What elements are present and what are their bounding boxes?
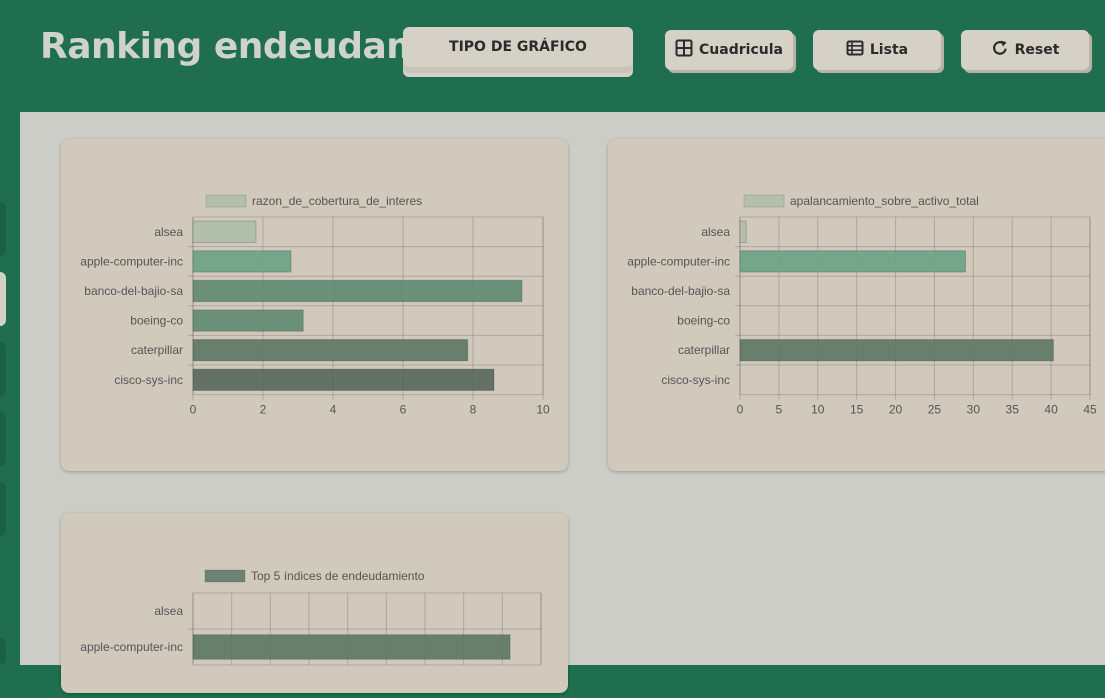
legend-swatch — [205, 194, 247, 208]
x-tick-label: 35 — [1006, 403, 1020, 417]
chart-card-1: razon_de_cobertura_de_interes 0 2 4 6 8 10 alse… — [61, 139, 568, 471]
x-tick-label: 0 — [190, 403, 197, 417]
bar-apple-computer-inc — [739, 250, 967, 273]
chart-leverage: apalancamiento_sobre_activo_total 0 5 10 15 2… — [627, 194, 1097, 417]
grid-view-button[interactable]: Cuadricula — [665, 30, 793, 70]
x-tick-label: 25 — [928, 403, 942, 417]
sidebar-tab-3[interactable] — [0, 342, 6, 396]
category-label: alsea — [154, 225, 183, 239]
legend-swatch — [743, 194, 785, 208]
x-tick-label: 30 — [967, 403, 981, 417]
category-label: caterpillar — [678, 343, 730, 357]
x-tick-label: 20 — [889, 403, 903, 417]
chart-coverage: razon_de_cobertura_de_interes 0 2 4 6 8 10 alse… — [80, 194, 550, 417]
sidebar-tab-2[interactable] — [0, 272, 6, 326]
category-label: boeing-co — [677, 314, 730, 328]
sidebar-tab-6[interactable] — [0, 638, 6, 665]
chart-type-dropdown[interactable]: TIPO DE GRÁFICO — [403, 27, 633, 67]
legend-swatch — [204, 569, 246, 583]
bar-alsea — [739, 220, 747, 243]
chart-top5: Top 5 índices de endeudamiento alsea apple… — [80, 569, 542, 666]
list-icon — [846, 39, 864, 61]
category-label: apple-computer-inc — [80, 254, 183, 268]
sidebar-tab-4[interactable] — [0, 412, 6, 466]
legend-label: Top 5 índices de endeudamiento — [251, 569, 425, 583]
list-view-button[interactable]: Lista — [813, 30, 941, 70]
bar-boeing-co — [192, 309, 304, 332]
category-label: banco-del-bajio-sa — [84, 284, 183, 298]
reset-button[interactable]: Reset — [961, 30, 1089, 70]
top-header: Ranking endeudamiento TIPO DE GRÁFICO Cu… — [0, 0, 1105, 112]
list-view-label: Lista — [869, 42, 909, 58]
x-tick-label: 45 — [1083, 403, 1097, 417]
category-label: apple-computer-inc — [80, 640, 183, 654]
x-tick-label: 40 — [1044, 403, 1058, 417]
x-tick-label: 15 — [850, 403, 864, 417]
category-label: apple-computer-inc — [627, 254, 730, 268]
x-tick-label: 10 — [811, 403, 825, 417]
category-label: cisco-sys-inc — [661, 373, 730, 387]
x-tick-label: 2 — [260, 403, 267, 417]
grid-icon — [675, 39, 693, 61]
bar-apple-computer-inc — [192, 250, 292, 273]
category-label: alsea — [701, 225, 730, 239]
x-tick-label: 4 — [330, 403, 337, 417]
category-label: cisco-sys-inc — [114, 373, 183, 387]
legend-label: apalancamiento_sobre_activo_total — [790, 194, 979, 208]
chart-card-2: apalancamiento_sobre_activo_total 0 5 10 15 2… — [608, 139, 1105, 471]
bar-apple-computer-inc — [192, 634, 511, 660]
chart-card-3: Top 5 índices de endeudamiento alsea apple… — [61, 513, 568, 693]
reset-icon — [991, 39, 1009, 61]
sidebar-tab-5[interactable] — [0, 482, 6, 536]
category-label: banco-del-bajio-sa — [631, 284, 730, 298]
legend-label: razon_de_cobertura_de_interes — [252, 194, 422, 208]
x-tick-label: 0 — [737, 403, 744, 417]
bar-caterpillar — [192, 339, 469, 362]
category-label: boeing-co — [130, 314, 183, 328]
bar-banco-del-bajio-sa — [192, 279, 523, 303]
bar-caterpillar — [739, 339, 1054, 362]
x-tick-label: 5 — [776, 403, 783, 417]
chart-type-label: TIPO DE GRÁFICO — [449, 39, 587, 55]
category-label: caterpillar — [131, 343, 183, 357]
reset-label: Reset — [1014, 42, 1060, 58]
x-tick-label: 8 — [470, 403, 477, 417]
x-tick-label: 10 — [536, 403, 550, 417]
category-label: alsea — [154, 604, 183, 618]
bar-alsea — [192, 220, 257, 243]
x-tick-label: 6 — [400, 403, 407, 417]
grid-view-label: Cuadricula — [699, 42, 783, 58]
sidebar-tab-1[interactable] — [0, 202, 6, 256]
bar-cisco-sys-inc — [192, 368, 495, 391]
